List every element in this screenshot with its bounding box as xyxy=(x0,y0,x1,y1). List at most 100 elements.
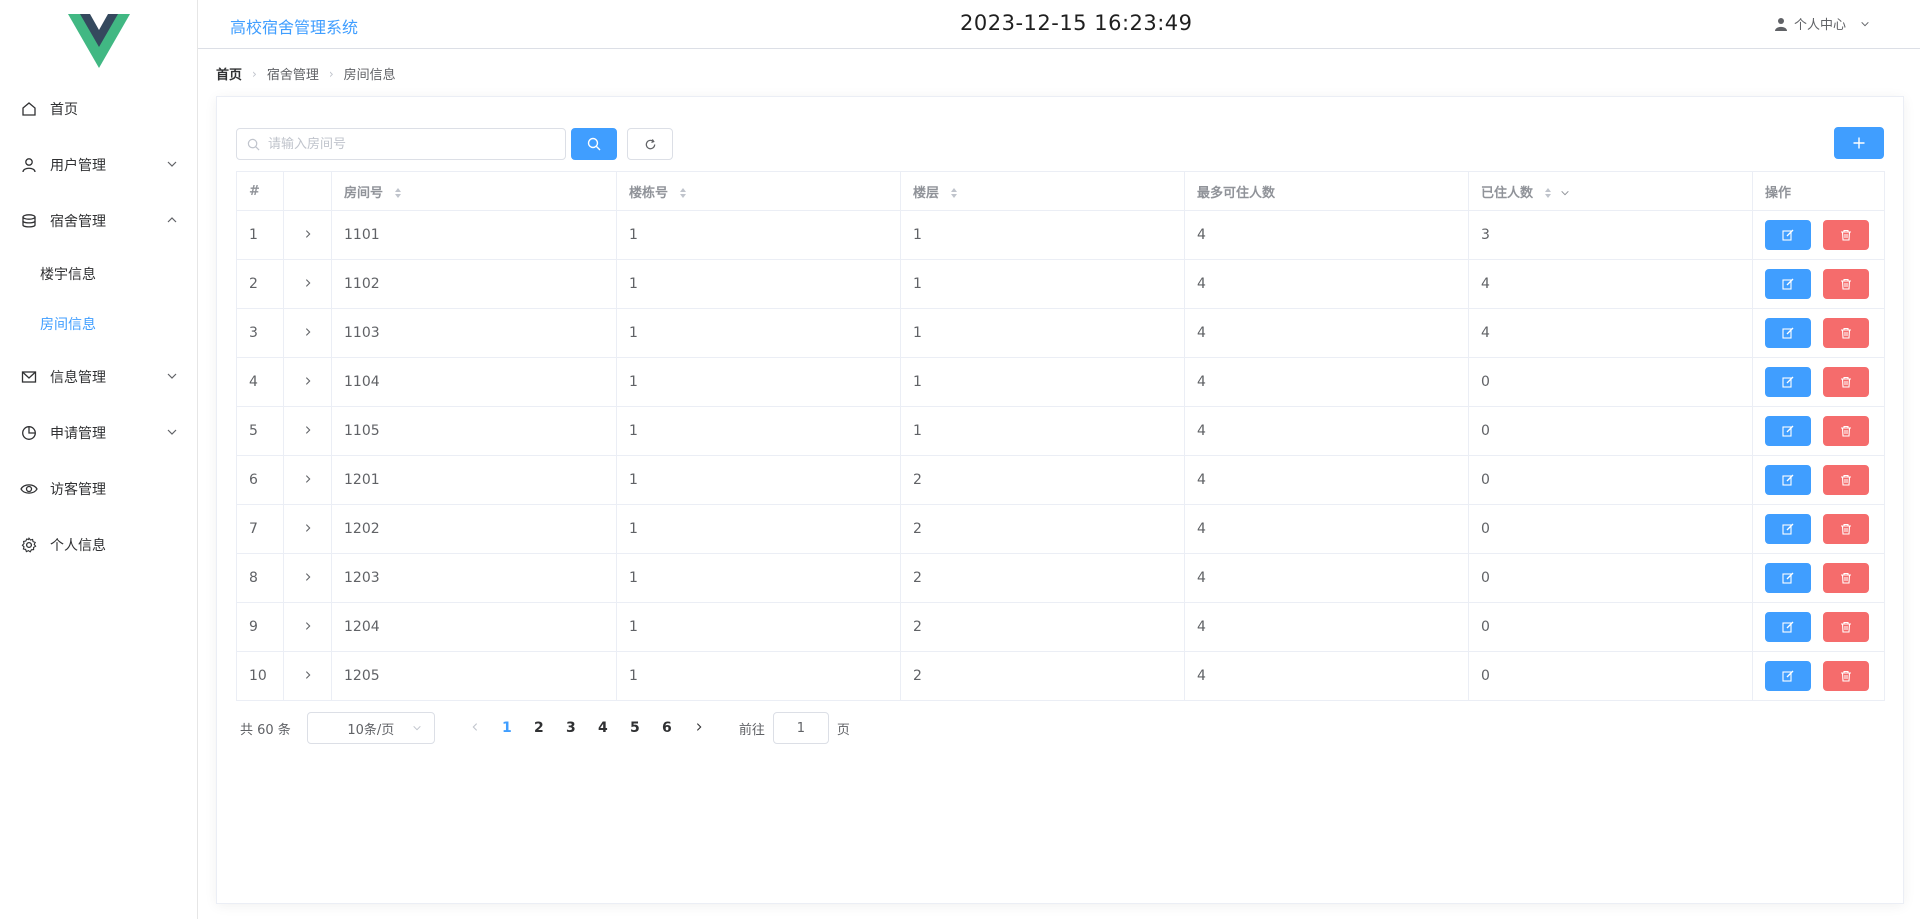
breadcrumb-rooms: 房间信息 xyxy=(343,68,396,83)
page-number[interactable]: 6 xyxy=(651,720,683,736)
prev-page-button[interactable] xyxy=(459,720,491,736)
sidebar-item-home[interactable]: 首页 xyxy=(0,81,198,137)
delete-button[interactable] xyxy=(1823,220,1869,250)
cell-index: 4 xyxy=(236,357,284,407)
sidebar-item-applications[interactable]: 申请管理 xyxy=(0,405,198,461)
table-row: 10 1205 1 2 4 0 xyxy=(236,651,1885,701)
sidebar-item-info[interactable]: 信息管理 xyxy=(0,349,198,405)
sort-icon[interactable] xyxy=(1544,187,1552,199)
row-expand-toggle[interactable] xyxy=(283,602,332,652)
cell-actions xyxy=(1752,651,1885,701)
edit-button[interactable] xyxy=(1765,612,1811,642)
edit-button[interactable] xyxy=(1765,318,1811,348)
row-expand-toggle[interactable] xyxy=(283,210,332,260)
cell-floor: 1 xyxy=(900,357,1185,407)
row-expand-toggle[interactable] xyxy=(283,553,332,603)
cell-building: 1 xyxy=(616,406,901,456)
page-number[interactable]: 4 xyxy=(587,720,619,736)
cell-index: 6 xyxy=(236,455,284,505)
page-size-value: 10条/页 xyxy=(347,722,395,738)
cell-room: 1204 xyxy=(331,602,617,652)
table-row: 4 1104 1 1 4 0 xyxy=(236,357,1885,407)
edit-button[interactable] xyxy=(1765,465,1811,495)
delete-button[interactable] xyxy=(1823,269,1869,299)
view-icon xyxy=(20,480,38,498)
rooms-table: # 房间号 楼栋号 楼层 最多可住人数 已住人数 操作 1 1101 1 1 4 3 2 xyxy=(236,171,1885,701)
column-header-building[interactable]: 楼栋号 xyxy=(616,171,901,211)
chevron-up-icon xyxy=(167,217,177,223)
chevron-right-icon xyxy=(305,573,310,581)
goto-page-input[interactable] xyxy=(772,712,829,744)
sidebar-subitem-rooms[interactable]: 房间信息 xyxy=(0,299,198,349)
sidebar-item-visitors[interactable]: 访客管理 xyxy=(0,461,198,517)
delete-button[interactable] xyxy=(1823,416,1869,446)
filter-chevron-icon[interactable] xyxy=(1560,188,1570,198)
sidebar-subitem-label: 房间信息 xyxy=(40,317,96,333)
table-row: 9 1204 1 2 4 0 xyxy=(236,602,1885,652)
goto-suffix: 页 xyxy=(836,722,850,738)
sidebar-item-label: 首页 xyxy=(50,102,78,118)
edit-button[interactable] xyxy=(1765,269,1811,299)
plus-icon xyxy=(1853,137,1865,149)
sort-icon[interactable] xyxy=(394,187,402,199)
next-page-button[interactable] xyxy=(683,720,715,736)
delete-button[interactable] xyxy=(1823,465,1869,495)
sidebar-item-users[interactable]: 用户管理 xyxy=(0,137,198,193)
row-expand-toggle[interactable] xyxy=(283,504,332,554)
chevron-right-icon xyxy=(305,622,310,630)
page-number[interactable]: 3 xyxy=(555,720,587,736)
user-avatar-icon xyxy=(1774,17,1787,31)
search-button[interactable] xyxy=(571,128,617,160)
page-number[interactable]: 5 xyxy=(619,720,651,736)
row-expand-toggle[interactable] xyxy=(283,357,332,407)
sidebar: 首页 用户管理 宿舍管理 楼宇信息 房间信息 信息管理 申请管理 访客管理 个人… xyxy=(0,0,198,919)
breadcrumb-home[interactable]: 首页 xyxy=(216,64,242,83)
room-search-field[interactable] xyxy=(236,128,566,160)
page-number[interactable]: 2 xyxy=(523,720,555,736)
edit-button[interactable] xyxy=(1765,514,1811,544)
delete-icon xyxy=(1841,621,1851,633)
delete-button[interactable] xyxy=(1823,661,1869,691)
user-menu-dropdown[interactable]: 个人中心 xyxy=(1774,14,1870,33)
room-search-input[interactable] xyxy=(266,135,550,153)
row-expand-toggle[interactable] xyxy=(283,455,332,505)
edit-button[interactable] xyxy=(1765,416,1811,446)
cell-max: 4 xyxy=(1184,308,1469,358)
edit-button[interactable] xyxy=(1765,220,1811,250)
column-header-room[interactable]: 房间号 xyxy=(331,171,617,211)
delete-button[interactable] xyxy=(1823,563,1869,593)
column-header-current[interactable]: 已住人数 xyxy=(1468,171,1753,211)
row-expand-toggle[interactable] xyxy=(283,308,332,358)
cell-max: 4 xyxy=(1184,210,1469,260)
row-expand-toggle[interactable] xyxy=(283,406,332,456)
delete-button[interactable] xyxy=(1823,514,1869,544)
page-number[interactable]: 1 xyxy=(491,720,523,736)
row-expand-toggle[interactable] xyxy=(283,651,332,701)
sort-icon[interactable] xyxy=(950,187,958,199)
pie-chart-icon xyxy=(20,424,38,442)
column-header-expand xyxy=(283,171,332,211)
cell-room: 1103 xyxy=(331,308,617,358)
delete-button[interactable] xyxy=(1823,318,1869,348)
edit-button[interactable] xyxy=(1765,661,1811,691)
cell-floor: 2 xyxy=(900,602,1185,652)
column-header-floor[interactable]: 楼层 xyxy=(900,171,1185,211)
add-room-button[interactable] xyxy=(1834,127,1884,159)
reset-button[interactable] xyxy=(627,128,673,160)
delete-button[interactable] xyxy=(1823,612,1869,642)
cell-floor: 1 xyxy=(900,406,1185,456)
edit-button[interactable] xyxy=(1765,563,1811,593)
delete-icon xyxy=(1841,327,1851,339)
cell-room: 1205 xyxy=(331,651,617,701)
goto-prefix: 前往 xyxy=(738,722,765,738)
sort-icon[interactable] xyxy=(679,187,687,199)
delete-icon xyxy=(1841,572,1851,584)
sidebar-subitem-buildings[interactable]: 楼宇信息 xyxy=(0,249,198,299)
sidebar-item-dorm[interactable]: 宿舍管理 xyxy=(0,193,198,249)
cell-room: 1102 xyxy=(331,259,617,309)
page-size-select[interactable]: 10条/页 xyxy=(306,712,435,744)
delete-button[interactable] xyxy=(1823,367,1869,397)
edit-button[interactable] xyxy=(1765,367,1811,397)
sidebar-item-profile[interactable]: 个人信息 xyxy=(0,517,198,573)
row-expand-toggle[interactable] xyxy=(283,259,332,309)
